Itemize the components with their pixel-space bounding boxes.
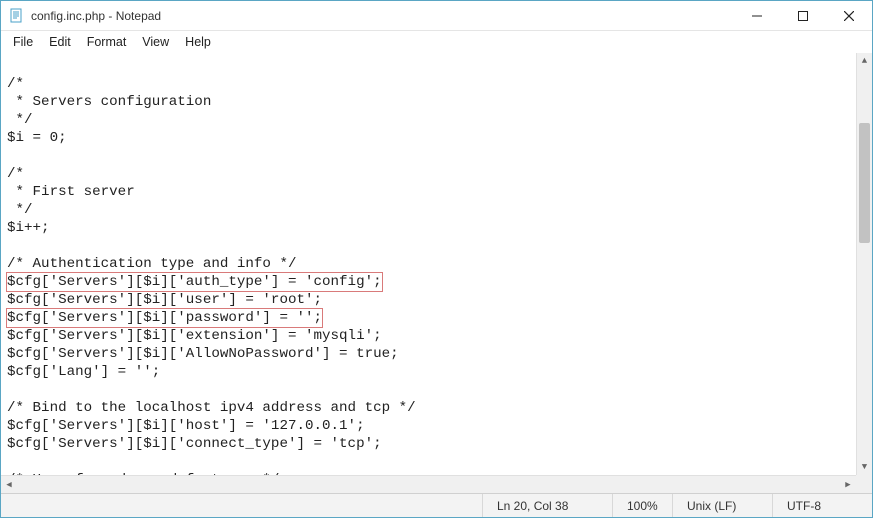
horizontal-scrollbar[interactable]: ◀ ▶ bbox=[1, 475, 856, 493]
maximize-button[interactable] bbox=[780, 1, 826, 30]
scroll-up-button[interactable]: ▲ bbox=[857, 53, 872, 69]
code-line: /* bbox=[7, 165, 852, 183]
code-line: /* Bind to the localhost ipv4 address an… bbox=[7, 399, 852, 417]
scroll-down-button[interactable]: ▼ bbox=[857, 459, 872, 475]
window-controls bbox=[734, 1, 872, 30]
menu-file[interactable]: File bbox=[5, 33, 41, 51]
vertical-scroll-thumb[interactable] bbox=[859, 123, 870, 243]
close-button[interactable] bbox=[826, 1, 872, 30]
menu-view[interactable]: View bbox=[134, 33, 177, 51]
code-line: /* Authentication type and info */ bbox=[7, 255, 852, 273]
code-line: * First server bbox=[7, 183, 852, 201]
status-encoding: UTF-8 bbox=[772, 494, 872, 517]
code-line: $cfg['Servers'][$i]['host'] = '127.0.0.1… bbox=[7, 417, 852, 435]
code-line: */ bbox=[7, 111, 852, 129]
notepad-icon bbox=[9, 8, 25, 24]
highlight-box: $cfg['Servers'][$i]['password'] = ''; bbox=[6, 308, 323, 328]
menu-help[interactable]: Help bbox=[177, 33, 219, 51]
window-title: config.inc.php - Notepad bbox=[31, 9, 734, 23]
status-cursor: Ln 20, Col 38 bbox=[482, 494, 612, 517]
scrollbar-corner bbox=[856, 475, 872, 493]
status-zoom: 100% bbox=[612, 494, 672, 517]
code-line: $i++; bbox=[7, 219, 852, 237]
code-line: $cfg['Servers'][$i]['AllowNoPassword'] =… bbox=[7, 345, 852, 363]
titlebar: config.inc.php - Notepad bbox=[1, 1, 872, 31]
code-line bbox=[7, 453, 852, 471]
code-line: $i = 0; bbox=[7, 129, 852, 147]
code-line: $cfg['Servers'][$i]['connect_type'] = 't… bbox=[7, 435, 852, 453]
menubar: File Edit Format View Help bbox=[1, 31, 872, 53]
code-line: $cfg['Servers'][$i]['password'] = ''; bbox=[7, 309, 852, 327]
menu-format[interactable]: Format bbox=[79, 33, 135, 51]
scroll-left-button[interactable]: ◀ bbox=[1, 476, 17, 493]
status-eol: Unix (LF) bbox=[672, 494, 772, 517]
code-line: * Servers configuration bbox=[7, 93, 852, 111]
code-line bbox=[7, 381, 852, 399]
code-line bbox=[7, 57, 852, 75]
code-line: $cfg['Servers'][$i]['user'] = 'root'; bbox=[7, 291, 852, 309]
status-spacer bbox=[1, 494, 482, 517]
code-line: $cfg['Lang'] = ''; bbox=[7, 363, 852, 381]
text-editor[interactable]: /* * Servers configuration */$i = 0;/* *… bbox=[3, 55, 856, 475]
menu-edit[interactable]: Edit bbox=[41, 33, 79, 51]
statusbar: Ln 20, Col 38 100% Unix (LF) UTF-8 bbox=[1, 493, 872, 517]
highlight-box: $cfg['Servers'][$i]['auth_type'] = 'conf… bbox=[6, 272, 383, 292]
code-line bbox=[7, 237, 852, 255]
minimize-button[interactable] bbox=[734, 1, 780, 30]
vertical-scrollbar[interactable]: ▲ ▼ bbox=[856, 53, 872, 475]
code-line: $cfg['Servers'][$i]['extension'] = 'mysq… bbox=[7, 327, 852, 345]
code-line: */ bbox=[7, 201, 852, 219]
code-line: $cfg['Servers'][$i]['auth_type'] = 'conf… bbox=[7, 273, 852, 291]
code-line bbox=[7, 147, 852, 165]
code-line: /* bbox=[7, 75, 852, 93]
scroll-right-button[interactable]: ▶ bbox=[840, 476, 856, 493]
editor-area: /* * Servers configuration */$i = 0;/* *… bbox=[1, 53, 872, 493]
